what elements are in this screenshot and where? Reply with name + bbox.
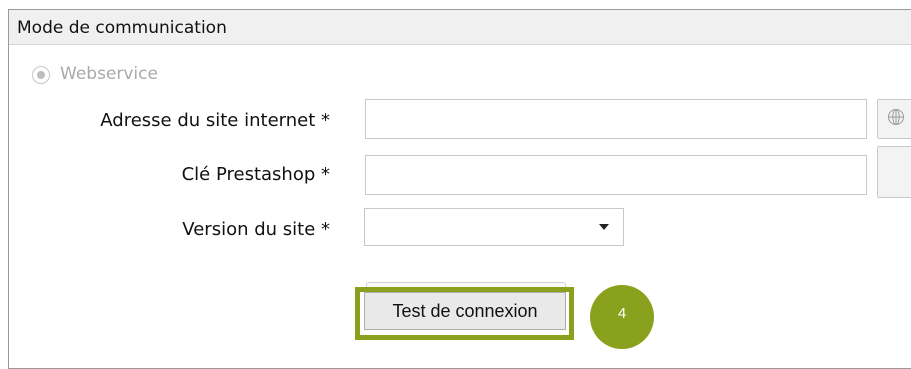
site-address-input[interactable] bbox=[365, 99, 867, 139]
open-site-button[interactable] bbox=[877, 99, 911, 139]
panel-header: Mode de communication bbox=[9, 10, 911, 45]
step-number-badge: 4 bbox=[590, 285, 654, 349]
site-address-label: Adresse du site internet * bbox=[100, 110, 330, 131]
globe-icon bbox=[888, 109, 904, 125]
site-version-label: Version du site * bbox=[182, 219, 330, 240]
webservice-radio-label: Webservice bbox=[60, 64, 158, 84]
site-version-select[interactable] bbox=[364, 208, 624, 246]
prestashop-key-input[interactable] bbox=[365, 155, 867, 195]
webservice-radio[interactable] bbox=[32, 66, 50, 84]
panel-title: Mode de communication bbox=[17, 18, 227, 38]
prestashop-key-label: Clé Prestashop * bbox=[181, 164, 330, 185]
test-connection-button[interactable]: Test de connexion bbox=[364, 292, 566, 330]
prestashop-key-side-button[interactable] bbox=[877, 146, 911, 198]
chevron-down-icon bbox=[599, 224, 609, 230]
